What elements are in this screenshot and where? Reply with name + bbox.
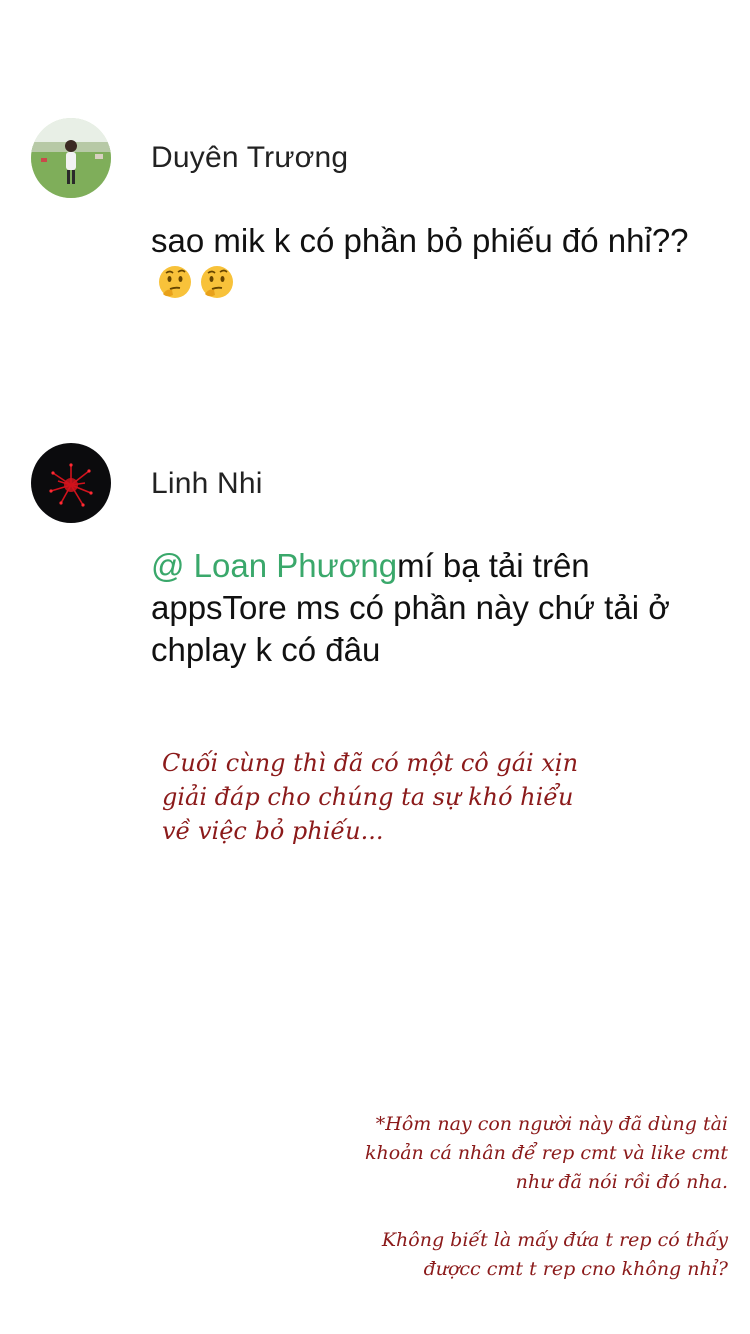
comment-body: @ Loan Phươngmí bạ tải trên appsTore ms …: [151, 545, 711, 671]
caption-line: giải đáp cho chúng ta sự khó hiểu: [162, 783, 574, 811]
footnote-line: như đã nói rồi đó nha.: [515, 1171, 728, 1193]
footnote-line: khoản cá nhân để rep cmt và like cmt: [365, 1142, 728, 1164]
comment-body: sao mik k có phần bỏ phiếu đó nhỉ??: [151, 220, 711, 304]
thinking-face-icon: [159, 266, 191, 298]
comment-text: sao mik k có phần bỏ phiếu đó nhỉ??: [151, 222, 689, 259]
mention-link[interactable]: @ Loan Phương: [151, 547, 397, 584]
comment-author[interactable]: Linh Nhi: [151, 466, 263, 502]
footnote-line: Không biết là mấy đứa t rep có thấy: [381, 1229, 728, 1251]
red-flower-avatar-icon: [31, 443, 111, 523]
footnote: *Hôm nay con người này đã dùng tài khoản…: [308, 1110, 728, 1284]
avatar[interactable]: [31, 118, 111, 198]
avatar-photo-icon: [31, 118, 111, 198]
avatar[interactable]: [31, 443, 111, 523]
comment-author[interactable]: Duyên Trương: [151, 140, 348, 176]
footnote-spacer: [308, 1197, 728, 1226]
thinking-face-icon: [201, 266, 233, 298]
caption-overlay: Cuối cùng thì đã có một cô gái xịn giải …: [162, 746, 682, 848]
footnote-line: đượcc cmt t rep cno không nhỉ?: [423, 1258, 728, 1280]
footnote-line: *Hôm nay con người này đã dùng tài: [375, 1113, 728, 1135]
caption-line: Cuối cùng thì đã có một cô gái xịn: [162, 749, 579, 777]
caption-line: về việc bỏ phiếu...: [162, 817, 384, 845]
